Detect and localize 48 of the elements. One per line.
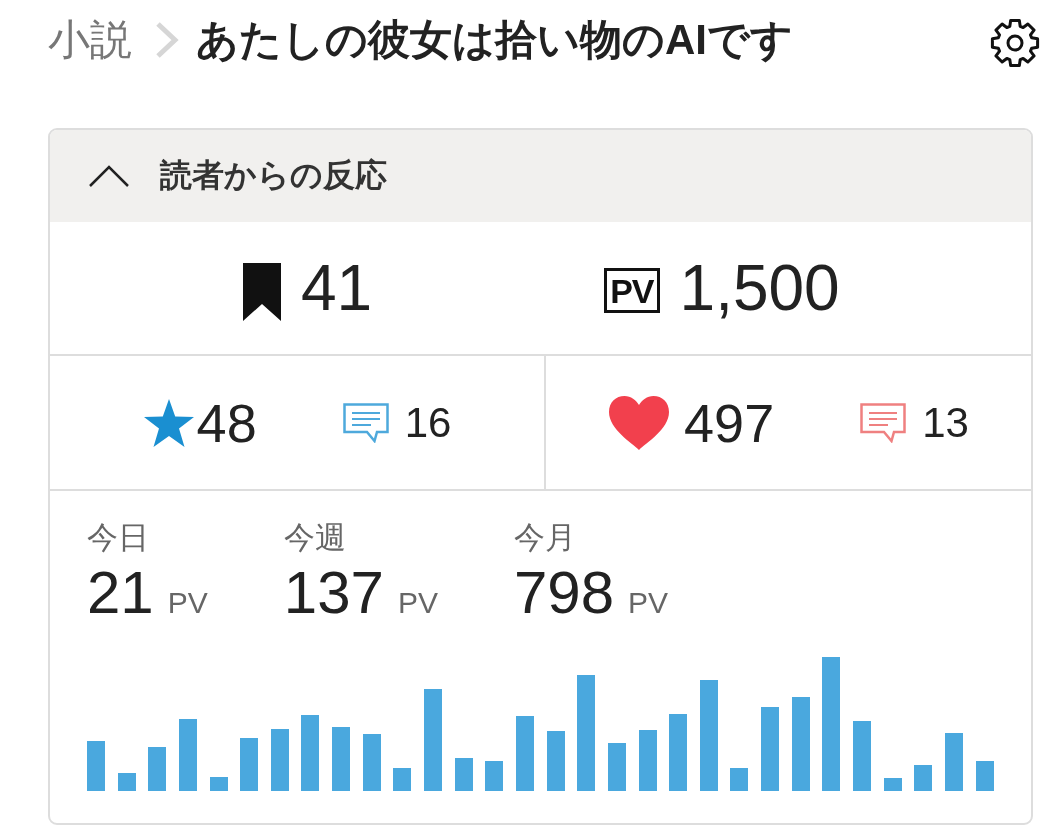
pv-bar — [914, 765, 933, 791]
bookmark-icon — [243, 263, 281, 321]
comment-icon — [860, 402, 907, 443]
pv-bar — [485, 761, 504, 791]
chevron-right-icon — [154, 21, 180, 59]
pv-bar — [853, 721, 871, 791]
pv-bar — [730, 768, 749, 791]
panel-title: 読者からの反応 — [160, 156, 387, 195]
breadcrumb-link[interactable]: 小説 — [48, 14, 132, 66]
period-label: 今週 — [283, 519, 347, 557]
pv-bar — [638, 730, 657, 791]
pv-bar — [546, 731, 565, 791]
pv-label: PV — [604, 267, 660, 313]
heart-icon — [608, 394, 671, 451]
star-count: 48 — [196, 395, 257, 450]
pv-bar — [944, 733, 963, 791]
pv-bar — [178, 719, 197, 791]
comment-count: 16 — [404, 401, 452, 444]
pv-bar — [607, 743, 626, 791]
pv-bar — [209, 777, 228, 791]
comment-count: 13 — [922, 401, 969, 444]
pv-bar — [454, 758, 473, 791]
pv-bar — [883, 778, 902, 791]
pv-bar — [975, 761, 994, 791]
pv-bar — [362, 734, 381, 791]
pv-unit: PV — [397, 586, 438, 620]
pv-bar — [270, 729, 289, 791]
pv-bar — [117, 773, 136, 791]
page-view-count: 1,500 — [679, 256, 840, 320]
period-label: 今日 — [87, 519, 150, 557]
pv-count: 137 — [283, 563, 384, 623]
pv-bar — [87, 741, 105, 791]
comment-icon — [342, 402, 389, 443]
star-icon — [142, 397, 195, 448]
pv-bar — [240, 738, 259, 791]
pv-bar — [393, 768, 412, 791]
chevron-up-icon[interactable] — [88, 164, 130, 188]
pv-unit: PV — [167, 586, 208, 620]
pv-bar — [332, 727, 351, 791]
pv-count: 798 — [513, 563, 615, 623]
period-label: 今月 — [513, 519, 577, 557]
heart-count: 497 — [684, 395, 775, 450]
pv-bar — [148, 747, 167, 791]
novel-title: あたしの彼女は拾い物のAIです — [196, 14, 793, 65]
settings-icon[interactable] — [990, 18, 1040, 68]
bookmark-count: 41 — [301, 256, 373, 320]
pv-unit: PV — [628, 586, 669, 620]
pv-count: 21 — [87, 563, 154, 623]
